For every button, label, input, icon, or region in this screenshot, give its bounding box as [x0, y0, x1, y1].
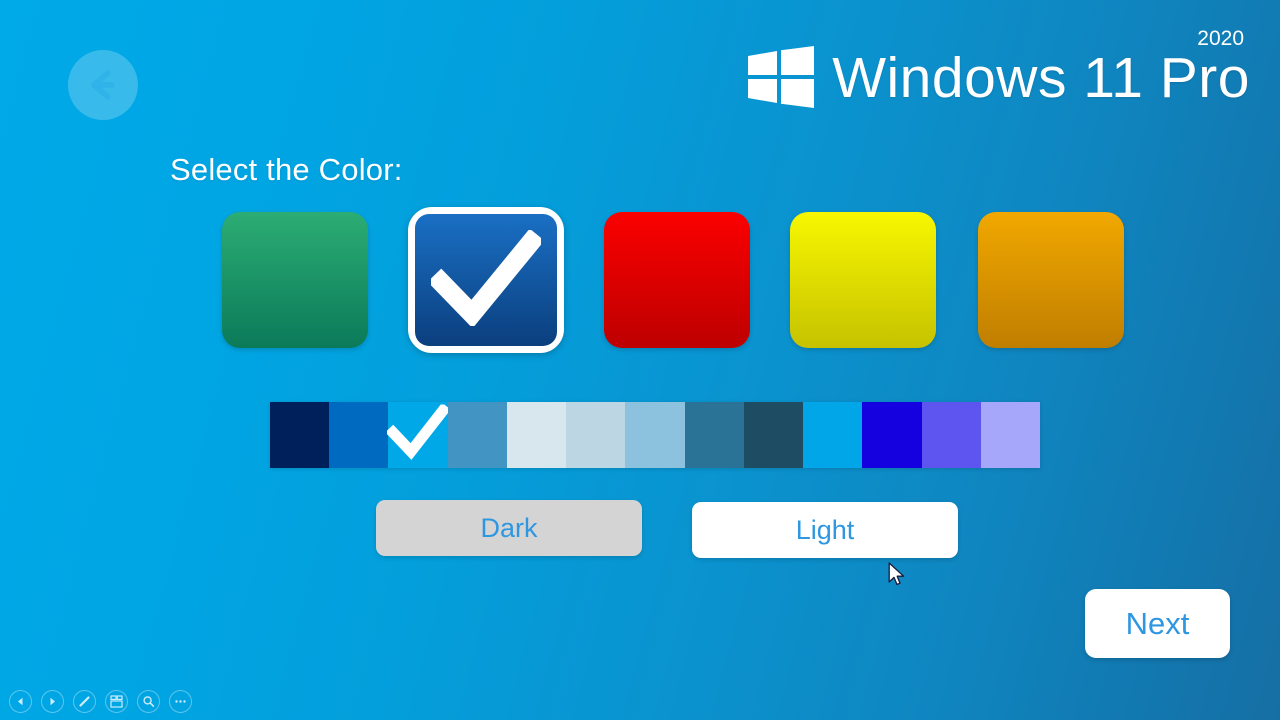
page-title: Select the Color: — [170, 152, 403, 187]
check-icon — [385, 402, 451, 466]
check-icon — [427, 228, 545, 331]
back-button[interactable] — [68, 50, 138, 120]
color-swatch-row — [222, 207, 1132, 353]
brand-year: 2020 — [1197, 27, 1244, 50]
windows-logo-icon — [746, 46, 816, 113]
color-swatch-yellow[interactable] — [790, 212, 936, 348]
theme-light-button[interactable]: Light — [692, 502, 958, 558]
brand-title: Windows 11 Pro — [832, 46, 1250, 110]
palette-cell-ice-pale[interactable] — [506, 402, 567, 468]
presentation-slide: Windows 11 Pro 2020 Select the Color: Da… — [0, 0, 1280, 720]
palette-cell-steel-blue[interactable] — [447, 402, 507, 468]
color-swatch-green[interactable] — [222, 212, 368, 348]
pen-icon[interactable] — [73, 690, 96, 713]
theme-dark-button[interactable]: Dark — [376, 500, 642, 556]
next-button[interactable]: Next — [1085, 589, 1230, 658]
slideshow-toolbar — [9, 690, 192, 713]
palette-cell-teal-darkest[interactable] — [743, 402, 804, 468]
arrow-left-icon — [82, 64, 124, 106]
palette-cell-cyan-bright[interactable] — [385, 402, 451, 468]
color-palette-strip[interactable] — [270, 402, 1041, 468]
palette-cell-ice-light[interactable] — [566, 402, 626, 468]
palette-cell-sky-muted[interactable] — [625, 402, 685, 468]
palette-cell-pure-blue[interactable] — [862, 402, 922, 468]
palette-cell-blue-strong[interactable] — [329, 402, 389, 468]
brand-block: Windows 11 Pro 2020 — [746, 28, 1250, 113]
palette-cell-indigo[interactable] — [921, 402, 981, 468]
more-options-icon[interactable] — [169, 690, 192, 713]
palette-cell-teal-deep[interactable] — [684, 402, 744, 468]
color-swatch-red[interactable] — [604, 212, 750, 348]
slide-grid-icon[interactable] — [105, 690, 128, 713]
palette-cell-azure[interactable] — [803, 402, 863, 468]
palette-cell-navy-darkest[interactable] — [270, 402, 330, 468]
color-swatch-orange[interactable] — [978, 212, 1124, 348]
mouse-pointer — [888, 562, 908, 593]
previous-slide-icon[interactable] — [9, 690, 32, 713]
color-swatch-blue[interactable] — [408, 207, 564, 353]
next-slide-icon[interactable] — [41, 690, 64, 713]
zoom-icon[interactable] — [137, 690, 160, 713]
palette-cell-periwinkle[interactable] — [980, 402, 1041, 468]
